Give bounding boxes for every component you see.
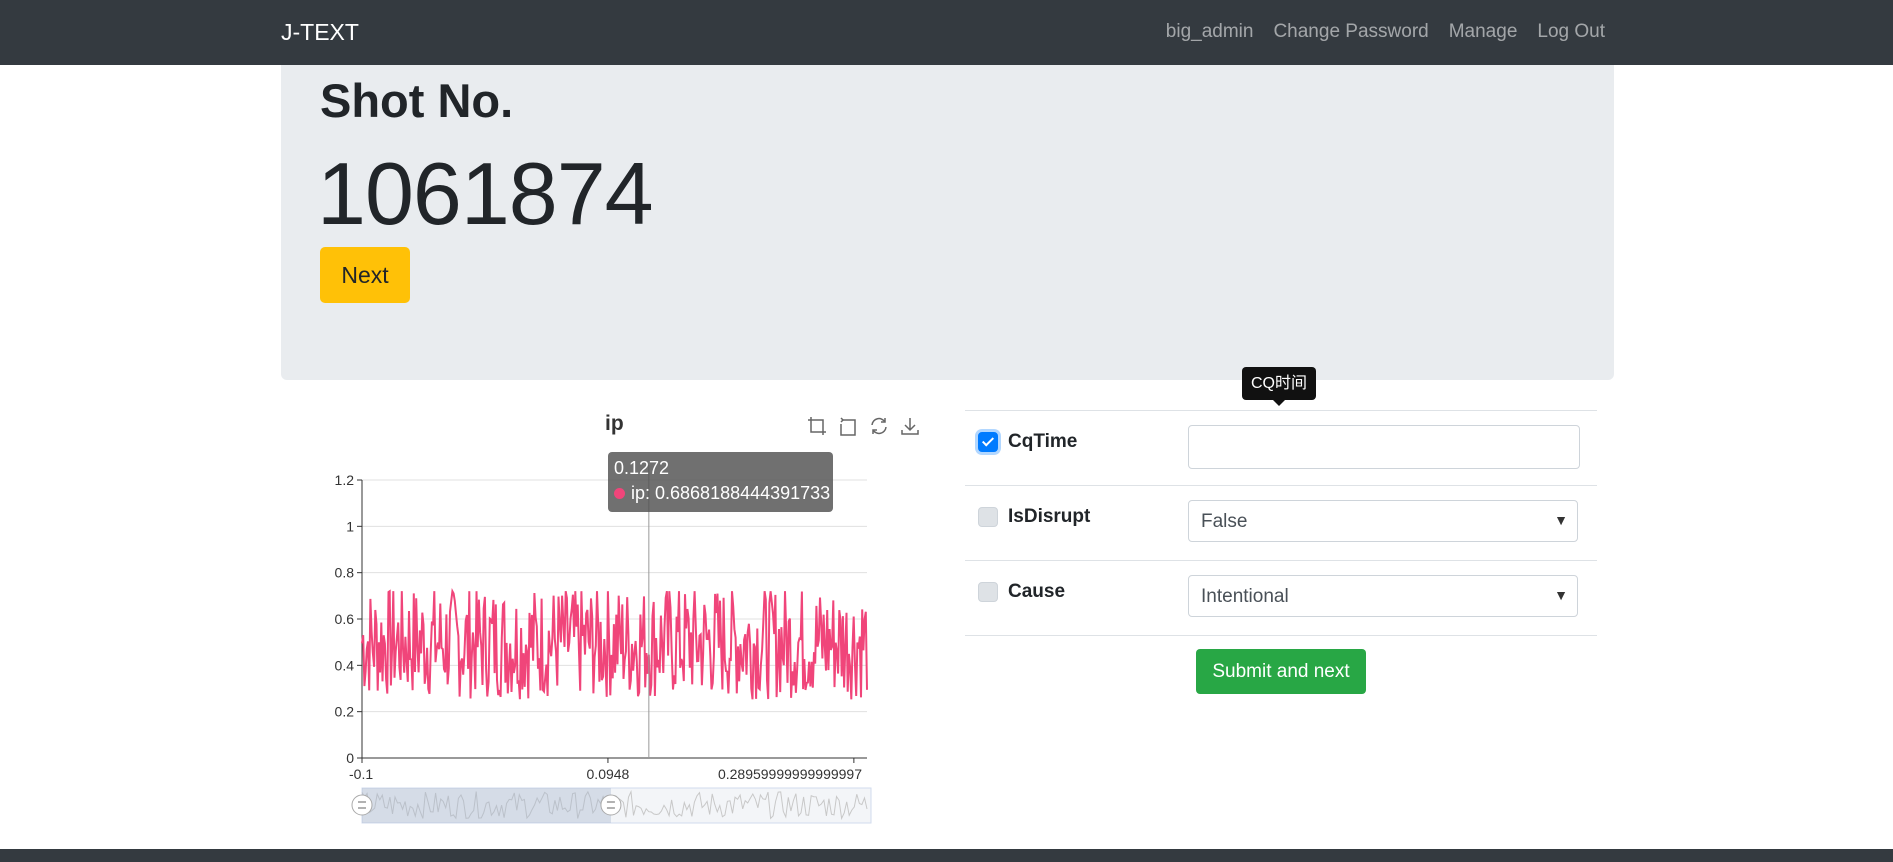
chart-tooltip: 0.1272 ip: 0.6868188444391733 <box>608 452 833 512</box>
chevron-down-icon: ▼ <box>1554 512 1568 528</box>
ip-chart: ip 0 0.2 0.4 0.6 0.8 1 1.2 -0.1 0.0948 0.28959999… <box>310 405 930 825</box>
footer <box>0 849 1893 862</box>
cause-checkbox[interactable] <box>978 582 998 602</box>
save-image-icon[interactable] <box>899 415 921 437</box>
shot-number: 1061874 <box>317 144 654 243</box>
cause-label: Cause <box>1008 581 1066 602</box>
tooltip-value: ip: 0.6868188444391733 <box>631 483 831 503</box>
cause-select[interactable]: Intentional ▼ <box>1188 575 1578 617</box>
jumbotron: Shot No. 1061874 Next <box>281 65 1614 380</box>
datazoom-handle <box>351 794 373 816</box>
datazoom-selection <box>362 788 611 823</box>
chart-toolbox <box>806 415 921 437</box>
nav-user[interactable]: big_admin <box>1166 21 1254 43</box>
form-row-cqtime: CqTime <box>965 410 1597 485</box>
cqtime-tooltip: CQ时间 <box>1242 367 1317 406</box>
navbar: J-TEXT big_admin Change Password Manage … <box>0 0 1893 65</box>
nav-change-password[interactable]: Change Password <box>1273 21 1428 43</box>
isdisrupt-label: IsDisrupt <box>1008 506 1091 527</box>
isdisrupt-value: False <box>1201 511 1248 532</box>
tooltip-x: 0.1272 <box>614 458 670 478</box>
nav-links: big_admin Change Password Manage Log Out <box>1166 21 1605 43</box>
tooltip-series: ip: 0.6868188444391733 <box>614 483 830 504</box>
cqtime-checkbox[interactable] <box>978 432 998 452</box>
nav-manage[interactable]: Manage <box>1449 21 1518 43</box>
cause-value: Intentional <box>1201 586 1289 607</box>
y-tick-label: 0.4 <box>335 657 355 673</box>
x-tick-label: 0.0948 <box>587 766 630 782</box>
cqtime-input[interactable] <box>1188 425 1580 469</box>
ip-series-line <box>361 587 868 700</box>
nav-logout[interactable]: Log Out <box>1537 21 1605 43</box>
y-tick-label: 1.2 <box>335 472 355 488</box>
isdisrupt-select[interactable]: False ▼ <box>1188 500 1578 542</box>
x-tick-label: -0.1 <box>349 766 373 782</box>
isdisrupt-checkbox[interactable] <box>978 507 998 527</box>
y-tick-label: 1 <box>346 518 354 534</box>
y-tick-label: 0.6 <box>335 611 355 627</box>
chart-title: ip <box>605 412 624 435</box>
next-button[interactable]: Next <box>320 247 410 303</box>
x-tick-label: 0.28959999999999997 <box>718 766 862 782</box>
form-row-cause: Cause Intentional ▼ <box>965 560 1597 636</box>
datazoom-handle <box>600 794 622 816</box>
zoom-icon[interactable] <box>806 415 828 437</box>
form-row-isdisrupt: IsDisrupt False ▼ <box>965 485 1597 560</box>
zoom-reset-icon[interactable] <box>837 415 859 437</box>
cqtime-label: CqTime <box>1008 431 1078 452</box>
series-dot-icon <box>614 488 625 499</box>
y-tick-label: 0 <box>346 750 354 766</box>
chevron-down-icon: ▼ <box>1554 587 1568 603</box>
y-tick-label: 0.8 <box>335 565 355 581</box>
submit-next-button[interactable]: Submit and next <box>1196 649 1366 694</box>
y-tick-label: 0.2 <box>335 704 355 720</box>
page-title: Shot No. <box>320 74 514 127</box>
label-form: CqTime IsDisrupt False ▼ Cause Intentiona… <box>965 410 1597 636</box>
brand[interactable]: J-TEXT <box>281 19 359 46</box>
restore-icon[interactable] <box>868 415 890 437</box>
